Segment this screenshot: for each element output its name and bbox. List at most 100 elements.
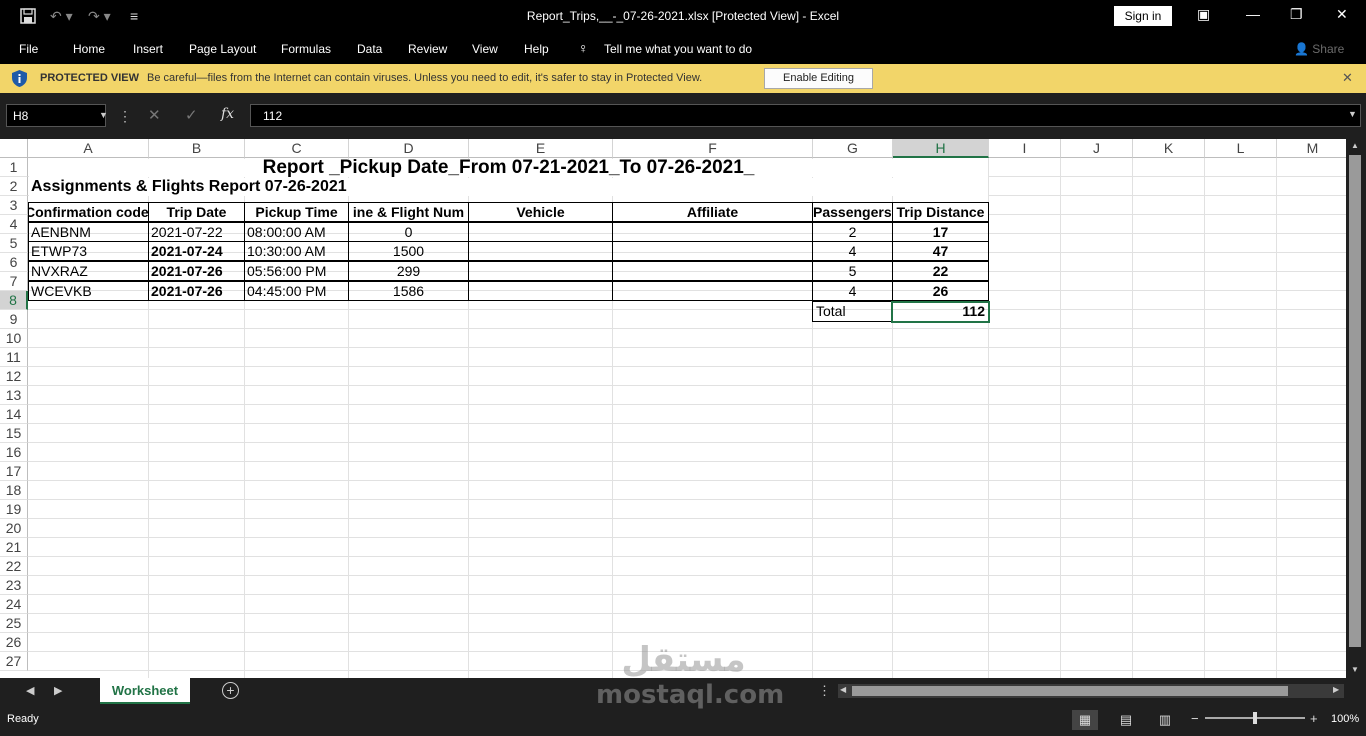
header-trip-distance[interactable]: Trip Distance: [892, 202, 989, 222]
header-flight-number[interactable]: ine & Flight Num: [348, 202, 469, 222]
cell-trip-distance[interactable]: 17: [892, 222, 989, 242]
row-header-11[interactable]: 11: [0, 348, 28, 367]
zoom-slider-thumb[interactable]: [1253, 712, 1257, 724]
zoom-in-icon[interactable]: +: [1310, 711, 1318, 726]
header-affiliate[interactable]: Affiliate: [612, 202, 813, 222]
row-header-3[interactable]: 3: [0, 196, 28, 215]
ribbon-display-icon[interactable]: ▣: [1197, 6, 1210, 23]
tab-formulas[interactable]: Formulas: [281, 42, 331, 56]
column-header-c[interactable]: C: [245, 139, 349, 158]
row-header-12[interactable]: 12: [0, 367, 28, 386]
page-layout-view-icon[interactable]: ▤: [1113, 710, 1139, 730]
scroll-left-icon[interactable]: ◀: [840, 685, 846, 694]
column-header-j[interactable]: J: [1061, 139, 1133, 158]
row-header-17[interactable]: 17: [0, 462, 28, 481]
cell-flight-number[interactable]: 1500: [348, 241, 469, 261]
sheet-tab-worksheet[interactable]: Worksheet: [100, 678, 190, 704]
cell-trip-distance[interactable]: 22: [892, 261, 989, 281]
row-header-13[interactable]: 13: [0, 386, 28, 405]
row-header-24[interactable]: 24: [0, 595, 28, 614]
cell-pickup-time[interactable]: 05:56:00 PM: [244, 261, 349, 281]
column-header-f[interactable]: F: [613, 139, 813, 158]
header-confirmation-code[interactable]: Confirmation code: [28, 202, 149, 222]
enter-icon[interactable]: ✓: [185, 106, 198, 124]
restore-button[interactable]: ❐: [1290, 6, 1303, 23]
more-options-icon[interactable]: ⋮: [818, 683, 831, 699]
cell-flight-number[interactable]: 1586: [348, 281, 469, 301]
column-header-h[interactable]: H: [893, 139, 989, 158]
cell-pickup-time[interactable]: 04:45:00 PM: [244, 281, 349, 301]
row-header-7[interactable]: 7: [0, 272, 28, 291]
cell-confirmation-code[interactable]: AENBNM: [28, 222, 149, 242]
cell-confirmation-code[interactable]: NVXRAZ: [28, 261, 149, 281]
minimize-button[interactable]: —: [1246, 6, 1260, 22]
report-subtitle[interactable]: Assignments & Flights Report 07-26-2021: [29, 178, 988, 196]
cell-vehicle[interactable]: [468, 281, 613, 301]
row-header-4[interactable]: 4: [0, 215, 28, 234]
header-trip-date[interactable]: Trip Date: [148, 202, 245, 222]
row-header-1[interactable]: 1: [0, 158, 28, 177]
more-options-icon[interactable]: ⋮: [118, 108, 132, 125]
cell-confirmation-code[interactable]: WCEVKB: [28, 281, 149, 301]
sign-in-button[interactable]: Sign in: [1114, 6, 1172, 26]
cell-trip-date[interactable]: 2021-07-24: [148, 241, 245, 261]
next-sheet-icon[interactable]: ▶: [54, 684, 62, 697]
row-header-2[interactable]: 2: [0, 177, 28, 196]
row-header-19[interactable]: 19: [0, 500, 28, 519]
header-vehicle[interactable]: Vehicle: [468, 202, 613, 222]
row-header-27[interactable]: 27: [0, 652, 28, 671]
cell-pickup-time[interactable]: 10:30:00 AM: [244, 241, 349, 261]
cell-affiliate[interactable]: [612, 222, 813, 242]
column-header-l[interactable]: L: [1205, 139, 1277, 158]
total-label[interactable]: Total: [812, 301, 893, 322]
prev-sheet-icon[interactable]: ◀: [26, 684, 34, 697]
cell-vehicle[interactable]: [468, 241, 613, 261]
cell-passengers[interactable]: 4: [812, 241, 893, 261]
column-header-i[interactable]: I: [989, 139, 1061, 158]
share-button[interactable]: 👤 Share: [1294, 42, 1344, 56]
cell-passengers[interactable]: 2: [812, 222, 893, 242]
cell-affiliate[interactable]: [612, 261, 813, 281]
tab-file[interactable]: File: [19, 42, 38, 56]
horizontal-scroll-thumb[interactable]: [852, 686, 1288, 696]
tab-help[interactable]: Help: [524, 42, 549, 56]
close-button[interactable]: ✕: [1336, 6, 1348, 23]
horizontal-scrollbar[interactable]: ◀ ▶: [838, 684, 1344, 698]
cell-vehicle[interactable]: [468, 261, 613, 281]
tab-page-layout[interactable]: Page Layout: [189, 42, 256, 56]
tab-home[interactable]: Home: [73, 42, 105, 56]
close-icon[interactable]: ✕: [1342, 70, 1353, 86]
tab-insert[interactable]: Insert: [133, 42, 163, 56]
formula-input[interactable]: 112: [250, 104, 1361, 127]
row-header-9[interactable]: 9: [0, 310, 28, 329]
row-header-15[interactable]: 15: [0, 424, 28, 443]
column-header-m[interactable]: M: [1277, 139, 1346, 158]
row-header-8[interactable]: 8: [0, 291, 28, 310]
row-header-10[interactable]: 10: [0, 329, 28, 348]
cell-pickup-time[interactable]: 08:00:00 AM: [244, 222, 349, 242]
scroll-down-icon[interactable]: ▼: [1351, 665, 1359, 674]
row-header-18[interactable]: 18: [0, 481, 28, 500]
scroll-right-icon[interactable]: ▶: [1333, 685, 1339, 694]
report-title[interactable]: Report _Pickup Date_From 07-21-2021_To 0…: [29, 159, 988, 177]
column-header-g[interactable]: G: [813, 139, 893, 158]
header-pickup-time[interactable]: Pickup Time: [244, 202, 349, 222]
cell-flight-number[interactable]: 0: [348, 222, 469, 242]
row-header-20[interactable]: 20: [0, 519, 28, 538]
cell-trip-date[interactable]: 2021-07-26: [148, 261, 245, 281]
cell-confirmation-code[interactable]: ETWP73: [28, 241, 149, 261]
add-sheet-icon[interactable]: +: [222, 682, 239, 699]
cell-vehicle[interactable]: [468, 222, 613, 242]
enable-editing-button[interactable]: Enable Editing: [764, 68, 873, 89]
cell-trip-distance[interactable]: 26: [892, 281, 989, 301]
header-passengers[interactable]: Passengers: [812, 202, 893, 222]
expand-formula-icon[interactable]: ▼: [1348, 109, 1357, 119]
zoom-level[interactable]: 100%: [1331, 713, 1359, 725]
tab-data[interactable]: Data: [357, 42, 382, 56]
cell-trip-distance[interactable]: 47: [892, 241, 989, 261]
tab-view[interactable]: View: [472, 42, 498, 56]
row-header-21[interactable]: 21: [0, 538, 28, 557]
cell-affiliate[interactable]: [612, 281, 813, 301]
cancel-icon[interactable]: ✕: [148, 106, 161, 124]
cell-passengers[interactable]: 5: [812, 261, 893, 281]
